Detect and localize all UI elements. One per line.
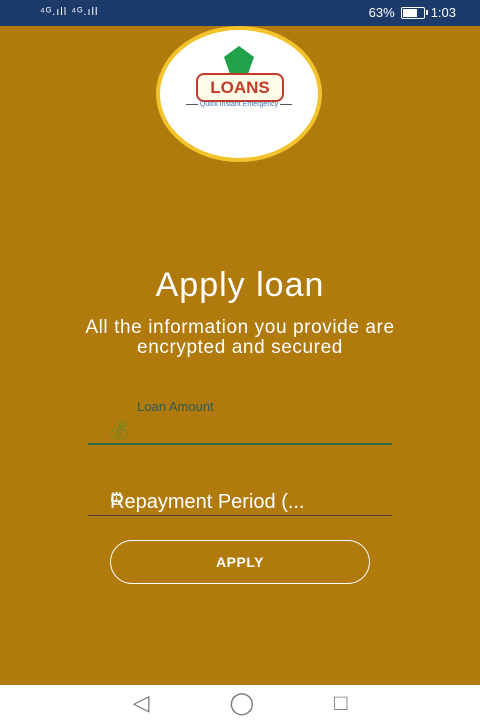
money-icon: 💰︎ xyxy=(108,420,131,440)
pentagon-icon xyxy=(224,46,254,74)
battery-icon xyxy=(400,6,428,19)
recents-icon[interactable]: □ xyxy=(334,691,347,714)
signal-indicator: ⁴ᴳ.ıll ⁴ᴳ.ıll xyxy=(40,6,99,18)
apply-button[interactable]: APPLY xyxy=(110,540,370,584)
home-icon[interactable]: ◯ xyxy=(230,691,255,714)
status-bar: ⁴ᴳ.ıll ⁴ᴳ.ıll 63% 1:03 xyxy=(0,0,480,26)
page-subtitle: All the information you provide are encr… xyxy=(85,317,395,358)
logo-text: LOANS xyxy=(196,73,284,102)
battery-percent: 63% xyxy=(368,5,395,20)
loan-amount-field[interactable] xyxy=(88,443,392,445)
navigation-bar: ◁ ◯ □ xyxy=(0,685,480,720)
clock-time: 1:03 xyxy=(430,5,456,20)
loan-amount-label: Loan Amount xyxy=(137,399,214,414)
back-icon[interactable]: ◁ xyxy=(133,691,150,714)
page-title: Apply loan xyxy=(155,266,325,304)
loans-logo: LOANS Quick Instant Emergency xyxy=(160,30,318,158)
repayment-period-select[interactable] xyxy=(88,490,392,516)
logo-tagline: Quick Instant Emergency xyxy=(174,101,304,108)
